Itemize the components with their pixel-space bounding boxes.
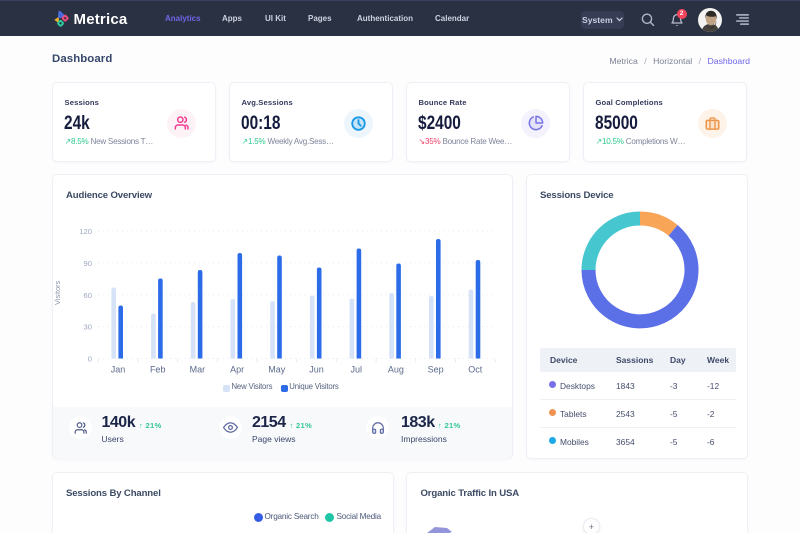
svg-text:Jan: Jan	[111, 365, 126, 375]
svg-text:90: 90	[84, 259, 92, 268]
svg-text:Feb: Feb	[150, 365, 166, 375]
svg-text:60: 60	[84, 291, 92, 300]
svg-text:Visitors: Visitors	[53, 280, 62, 305]
svg-text:Apr: Apr	[230, 365, 244, 375]
svg-text:120: 120	[79, 227, 92, 236]
svg-text:30: 30	[84, 323, 92, 332]
svg-text:Sep: Sep	[428, 365, 444, 375]
svg-text:Mar: Mar	[190, 365, 206, 375]
svg-text:Aug: Aug	[388, 365, 404, 375]
svg-text:May: May	[268, 365, 286, 375]
svg-text:Oct: Oct	[468, 365, 483, 375]
svg-text:0: 0	[88, 355, 92, 364]
svg-text:Jun: Jun	[309, 365, 324, 375]
svg-text:Jul: Jul	[350, 365, 362, 375]
